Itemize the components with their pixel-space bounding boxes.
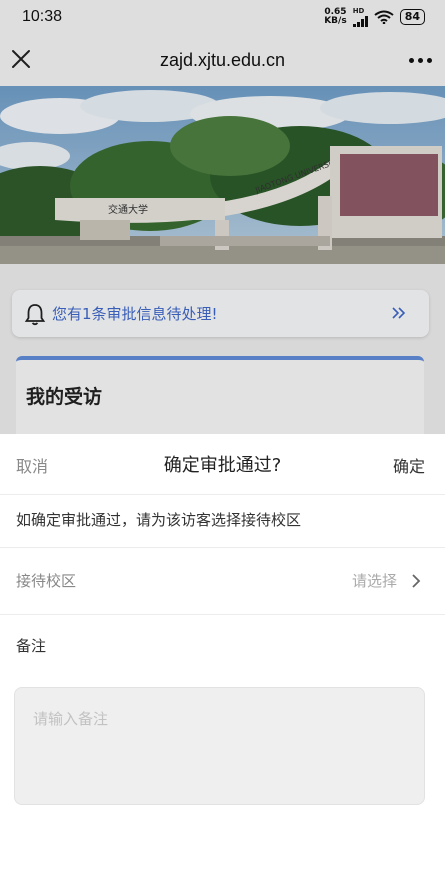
note-row: 备注 bbox=[0, 615, 445, 677]
chevron-right-icon bbox=[412, 574, 421, 588]
approval-dialog: 取消 确定审批通过? 确定 如确定审批通过，请为该访客选择接待校区 接待校区 请… bbox=[0, 434, 445, 887]
campus-label: 接待校区 bbox=[16, 572, 77, 590]
campus-select-value[interactable]: 请选择 bbox=[352, 570, 397, 591]
dialog-hint-row: 如确定审批通过，请为该访客选择接待校区 bbox=[0, 495, 445, 548]
dialog-hint: 如确定审批通过，请为该访客选择接待校区 bbox=[16, 511, 302, 529]
confirm-button[interactable]: 确定 bbox=[393, 453, 425, 477]
dialog-header: 取消 确定审批通过? 确定 bbox=[0, 434, 445, 495]
campus-select-row[interactable]: 接待校区 请选择 bbox=[0, 548, 445, 615]
modal-backdrop[interactable] bbox=[0, 0, 445, 434]
note-input[interactable] bbox=[14, 687, 425, 805]
dialog-title: 确定审批通过? bbox=[163, 455, 282, 476]
note-label: 备注 bbox=[16, 637, 47, 655]
